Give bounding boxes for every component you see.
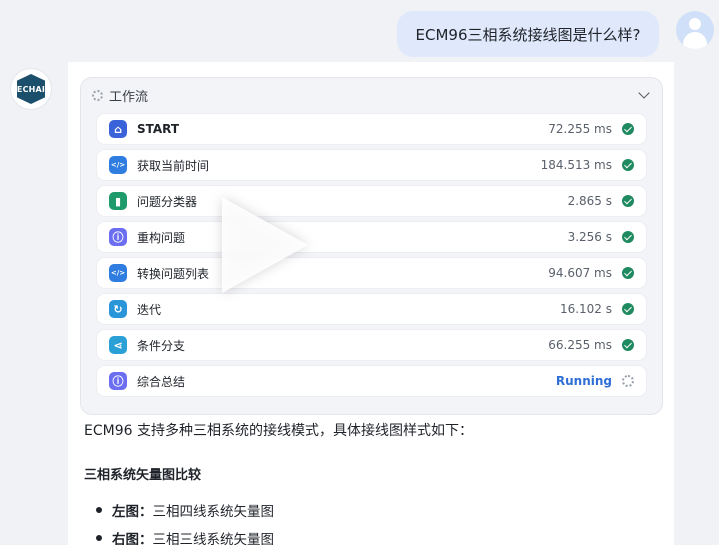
workflow-node-time: 66.255 ms bbox=[548, 338, 612, 352]
check-circle-icon bbox=[622, 231, 634, 243]
user-avatar-head bbox=[689, 18, 701, 30]
workflow-node-label: 转换问题列表 bbox=[137, 266, 210, 281]
bullet-icon bbox=[96, 535, 102, 541]
check-circle-icon bbox=[622, 267, 634, 279]
answer-item-text: 三相三线系统矢量图 bbox=[152, 532, 275, 545]
check-circle-icon bbox=[622, 339, 634, 351]
workflow-node-label: 获取当前时间 bbox=[137, 158, 210, 173]
workflow-node[interactable]: ▮ 问题分类器 2.865 s bbox=[97, 186, 646, 216]
workflow-node-label: 重构问题 bbox=[137, 230, 186, 245]
workflow-node-time: 72.255 ms bbox=[548, 122, 612, 136]
answer-item-key: 左图： bbox=[112, 504, 153, 520]
answer-item-key: 右图： bbox=[112, 532, 153, 545]
workflow-node-label: 综合总结 bbox=[137, 374, 186, 389]
workflow-loading-icon bbox=[92, 89, 103, 101]
check-circle-icon bbox=[622, 195, 634, 207]
user-avatar-body bbox=[683, 32, 707, 49]
answer-list-item: 左图： 三相四线系统矢量图 bbox=[96, 496, 274, 524]
workflow-node[interactable]: ⓘ 综合总结 Running bbox=[97, 366, 646, 396]
classifier-icon: ▮ bbox=[109, 192, 127, 210]
workflow-title: 工作流 bbox=[109, 89, 149, 105]
user-avatar bbox=[676, 11, 714, 49]
user-message-bubble: ECM96三相系统接线图是什么样? bbox=[397, 11, 659, 57]
code-icon: </> bbox=[109, 156, 127, 174]
code-icon: </> bbox=[109, 264, 127, 282]
workflow-node[interactable]: ↻ 迭代 16.102 s bbox=[97, 294, 646, 324]
bullet-icon bbox=[96, 507, 102, 513]
loop-icon: ↻ bbox=[109, 300, 127, 318]
workflow-node-label: START bbox=[137, 122, 180, 136]
chat-page: ECM96三相系统接线图是什么样? ECHAI 工作流 ⌂ START 72.255… bbox=[0, 0, 719, 545]
bot-logo-icon: ECHAI bbox=[17, 74, 45, 104]
check-circle-icon bbox=[622, 159, 634, 171]
llm-icon: ⓘ bbox=[109, 228, 127, 246]
answer-intro: ECM96 支持多种三相系统的接线模式，具体接线图样式如下： bbox=[84, 423, 473, 439]
check-circle-icon bbox=[622, 303, 634, 315]
workflow-node-label: 问题分类器 bbox=[137, 194, 198, 209]
user-message-text: ECM96三相系统接线图是什么样? bbox=[415, 25, 641, 44]
chevron-down-icon[interactable] bbox=[638, 87, 650, 99]
llm-icon: ⓘ bbox=[109, 372, 127, 390]
workflow-node[interactable]: ⋖ 条件分支 66.255 ms bbox=[97, 330, 646, 360]
workflow-node[interactable]: </> 获取当前时间 184.513 ms bbox=[97, 150, 646, 180]
bot-avatar: ECHAI bbox=[10, 68, 52, 110]
workflow-node-time: 94.607 ms bbox=[548, 266, 612, 280]
workflow-panel: 工作流 ⌂ START 72.255 ms </> 获取当前时间 184.513 ms ▮ 问… bbox=[80, 77, 663, 415]
workflow-node-time: Running bbox=[555, 374, 612, 388]
workflow-node[interactable]: </> 转换问题列表 94.607 ms bbox=[97, 258, 646, 288]
workflow-node-label: 迭代 bbox=[137, 302, 162, 317]
loading-icon bbox=[622, 375, 634, 387]
workflow-node-time: 184.513 ms bbox=[540, 158, 612, 172]
workflow-node-list: ⌂ START 72.255 ms </> 获取当前时间 184.513 ms ▮ 问题分类器… bbox=[97, 114, 646, 402]
workflow-node-time: 2.865 s bbox=[567, 194, 612, 208]
answer-list-item: 右图： 三相三线系统矢量图 bbox=[96, 524, 274, 545]
workflow-header[interactable]: 工作流 bbox=[81, 78, 662, 112]
check-circle-icon bbox=[622, 123, 634, 135]
play-icon[interactable] bbox=[222, 197, 308, 293]
workflow-node-time: 16.102 s bbox=[559, 302, 612, 316]
branch-icon: ⋖ bbox=[109, 336, 127, 354]
workflow-node-time: 3.256 s bbox=[567, 230, 612, 244]
workflow-node-label: 条件分支 bbox=[137, 338, 186, 353]
answer-heading: 三相系统矢量图比较 bbox=[84, 468, 202, 483]
workflow-node[interactable]: ⓘ 重构问题 3.256 s bbox=[97, 222, 646, 252]
answer-list: 左图： 三相四线系统矢量图 右图： 三相三线系统矢量图 bbox=[96, 496, 274, 545]
answer-item-text: 三相四线系统矢量图 bbox=[152, 504, 275, 520]
home-icon: ⌂ bbox=[109, 120, 127, 138]
workflow-node[interactable]: ⌂ START 72.255 ms bbox=[97, 114, 646, 144]
